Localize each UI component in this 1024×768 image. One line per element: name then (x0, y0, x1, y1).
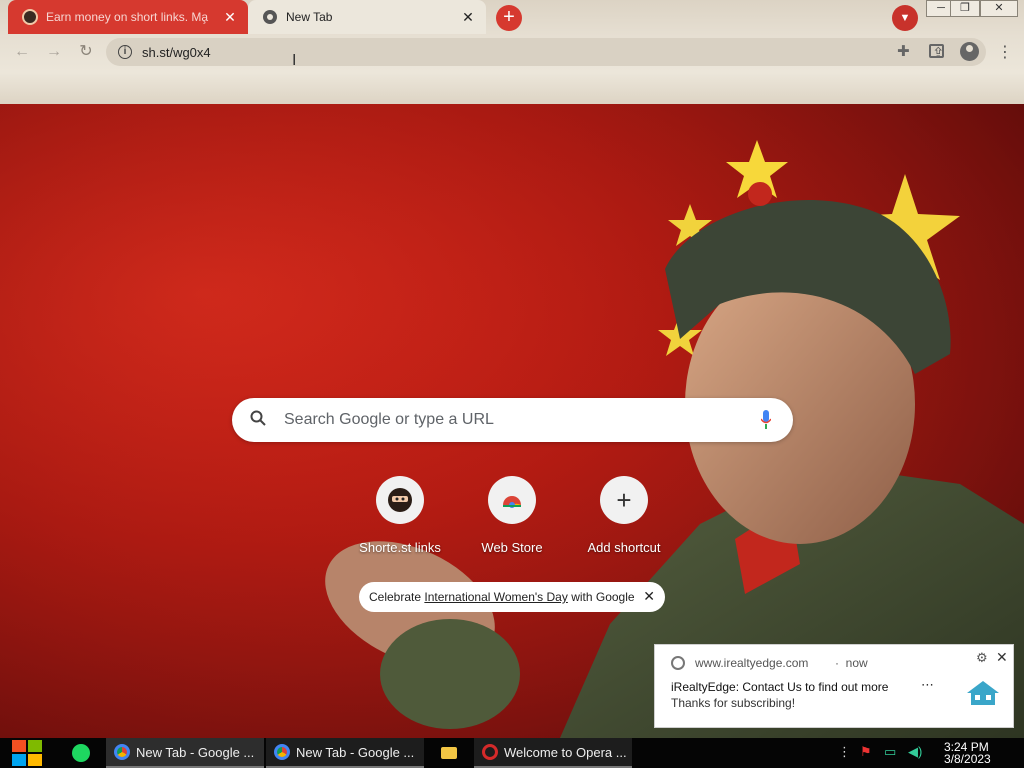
browser-chrome: Earn money on short links. Ma̧ ✕ New Tab… (0, 0, 1024, 104)
taskbar-item-label: Welcome to Opera ... (504, 744, 627, 760)
tab-title: New Tab (286, 10, 333, 24)
chrome-icon (114, 744, 130, 760)
tab-close-icon[interactable]: ✕ (222, 9, 238, 26)
gear-icon[interactable]: ⚙ (976, 650, 988, 666)
promo-close-icon[interactable]: ✕ (643, 588, 655, 605)
notification-time: · now (835, 656, 868, 670)
taskbar-item-chrome-2[interactable]: New Tab - Google ... (266, 738, 424, 768)
address-text[interactable]: sh.st/wg0x4 (142, 45, 211, 60)
promo-prefix: Celebrate (369, 590, 425, 604)
window-restore-button[interactable]: ❐ (950, 0, 980, 17)
notification-body: Thanks for subscribing! (671, 696, 796, 710)
tab-strip: Earn money on short links. Ma̧ ✕ New Tab… (0, 0, 1024, 34)
text-cursor-icon: I (292, 52, 297, 69)
taskbar-item-explorer[interactable] (434, 738, 464, 768)
window-close-button[interactable]: ✕ (980, 0, 1018, 17)
spotify-icon[interactable] (72, 744, 90, 762)
shortcut-web-store[interactable]: Web Store (456, 476, 568, 555)
back-arrow-icon[interactable]: ← (8, 38, 36, 66)
tab-new-tab[interactable]: New Tab ✕ (248, 0, 486, 34)
forward-arrow-icon[interactable]: → (40, 38, 68, 66)
chrome-favicon-icon (262, 9, 278, 25)
shortest-favicon-icon (22, 9, 38, 25)
flag-icon[interactable]: ⚑ (860, 744, 872, 760)
toolbar: ← → ↻ i sh.st/wg0x4 ⇪ ☆ (0, 36, 1024, 68)
notification-site: www.irealtyedge.com (695, 656, 809, 670)
close-icon[interactable]: ✕ (996, 649, 1008, 666)
tab-close-icon[interactable]: ✕ (460, 9, 476, 26)
clock-date[interactable]: 3/8/2023 (944, 752, 991, 766)
shortcut-label: Web Store (481, 540, 543, 555)
tab-search-chevron-icon[interactable]: ▼ (892, 5, 918, 31)
shortcut-shortest-links[interactable]: Shorte.st links (344, 476, 456, 555)
site-info-icon[interactable]: i (118, 45, 132, 59)
kebab-menu-icon[interactable]: ⋮ (997, 42, 1013, 62)
search-placeholder[interactable]: Search Google or type a URL (284, 411, 494, 429)
search-icon (250, 410, 270, 431)
tab-earn-money[interactable]: Earn money on short links. Ma̧ ✕ (8, 0, 248, 34)
address-bar[interactable]: i sh.st/wg0x4 ⇪ ☆ (106, 38, 986, 66)
microphone-icon[interactable] (761, 410, 771, 430)
promo-banner: Celebrate International Women's Day with… (359, 582, 665, 612)
house-icon (967, 681, 999, 705)
chrome-webstore-icon (488, 476, 536, 524)
new-tab-page: Search Google or type a URL Shorte.st li… (0, 104, 1024, 738)
opera-icon (482, 744, 498, 760)
folder-icon (441, 747, 457, 759)
reload-icon[interactable]: ↻ (72, 38, 100, 66)
taskbar: New Tab - Google ... New Tab - Google ..… (0, 738, 1024, 768)
tab-title: Earn money on short links. Ma̧ (46, 10, 209, 24)
push-notification[interactable]: www.irealtyedge.com · now ⚙ ✕ iRealtyEdg… (654, 644, 1014, 728)
chrome-icon (274, 744, 290, 760)
search-box[interactable]: Search Google or type a URL (232, 398, 793, 442)
volume-icon[interactable]: ◀) (908, 744, 922, 760)
plus-icon: + (600, 476, 648, 524)
ninja-icon (376, 476, 424, 524)
network-icon[interactable]: ▭ (884, 744, 896, 760)
taskbar-item-opera[interactable]: Welcome to Opera ... (474, 738, 632, 768)
more-options-icon[interactable]: ⋯ (921, 677, 934, 693)
taskbar-item-label: New Tab - Google ... (296, 744, 415, 760)
taskbar-item-chrome-1[interactable]: New Tab - Google ... (106, 738, 264, 768)
windows-start-icon[interactable] (10, 738, 44, 768)
chrome-small-icon (671, 656, 685, 670)
taskbar-item-label: New Tab - Google ... (136, 744, 255, 760)
tray-overflow-icon[interactable]: ⋮ (838, 744, 851, 760)
shortcut-label: Add shortcut (587, 540, 661, 555)
promo-suffix: with Google (567, 590, 635, 604)
shortcut-add[interactable]: + Add shortcut (568, 476, 680, 555)
notification-title: iRealtyEdge: Contact Us to find out more (671, 680, 889, 694)
new-tab-button[interactable]: + (496, 5, 522, 31)
shortcut-label: Shorte.st links (359, 540, 441, 555)
side-panel-icon[interactable] (929, 44, 944, 58)
promo-link[interactable]: International Women's Day (424, 590, 567, 604)
profile-avatar-icon[interactable] (960, 42, 979, 61)
extensions-puzzle-icon[interactable]: ✚ (897, 42, 910, 60)
